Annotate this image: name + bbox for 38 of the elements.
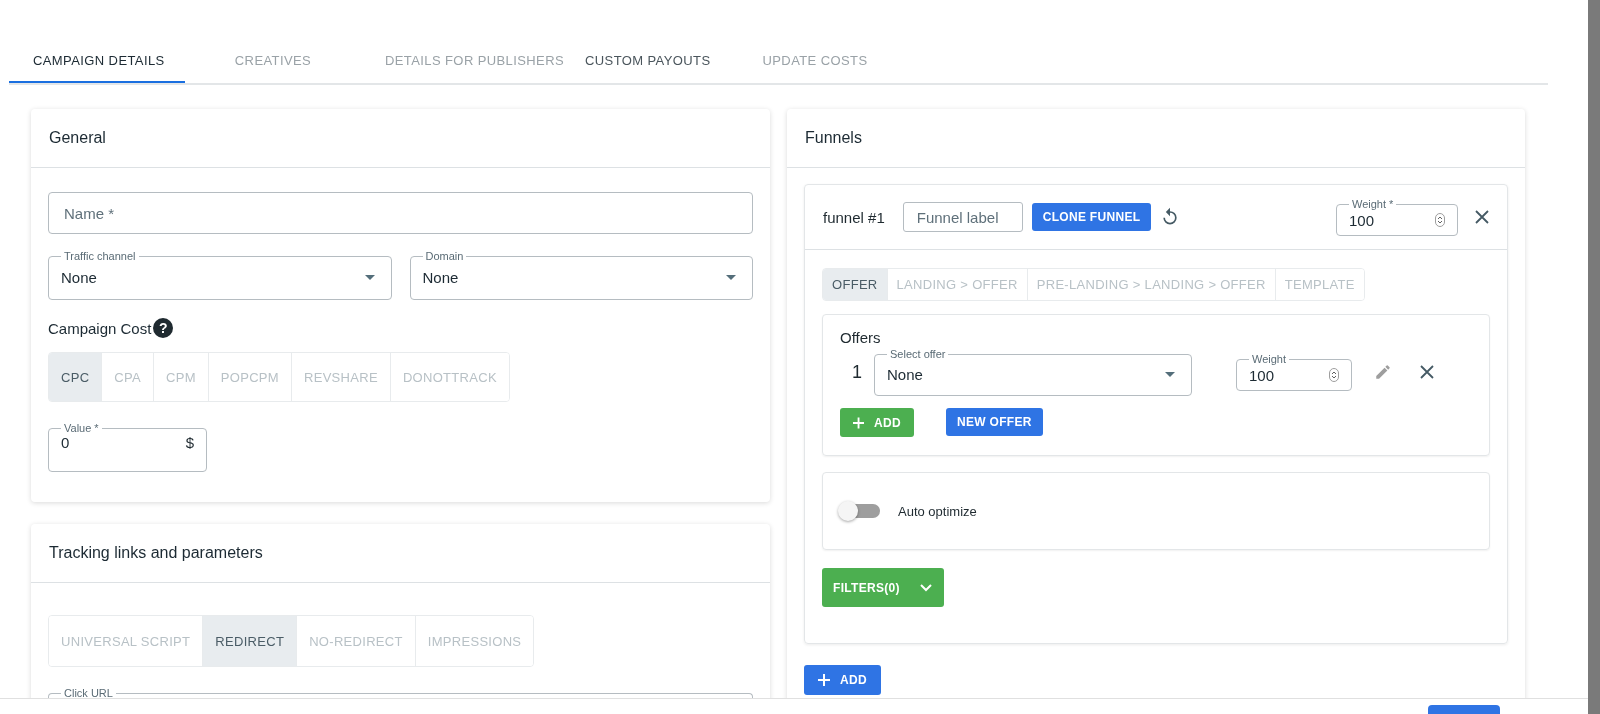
domain-select[interactable]: Domain None bbox=[409, 250, 753, 300]
add-funnel-button[interactable]: ADD bbox=[804, 665, 881, 695]
close-icon[interactable] bbox=[1475, 210, 1489, 224]
auto-optimize-toggle[interactable] bbox=[840, 504, 880, 518]
help-icon[interactable]: ? bbox=[153, 318, 174, 338]
plus-icon bbox=[853, 416, 865, 429]
add-offer-button[interactable]: ADD bbox=[840, 408, 914, 437]
plus-icon bbox=[818, 674, 830, 686]
value-field[interactable]: Value * 0 $ bbox=[48, 422, 207, 472]
spinner-icon[interactable] bbox=[1329, 368, 1339, 382]
pencil-icon[interactable] bbox=[1374, 363, 1392, 381]
card-title: Tracking links and parameters bbox=[49, 544, 263, 562]
close-icon[interactable] bbox=[1420, 365, 1434, 379]
offers-title: Offers bbox=[840, 329, 881, 346]
chevron-down-icon bbox=[919, 583, 932, 592]
clone-funnel-button[interactable]: CLONE FUNNEL bbox=[1031, 203, 1152, 231]
filters-button[interactable]: FILTERS(0) bbox=[822, 568, 944, 607]
offer-weight-field[interactable]: Weight 100 bbox=[1236, 353, 1352, 391]
tab[interactable]: CAMPAIGN DETAILS bbox=[9, 40, 185, 83]
funnel-label-field[interactable]: Funnel label bbox=[902, 202, 1023, 232]
card-title: General bbox=[49, 129, 106, 147]
caret-icon bbox=[364, 275, 375, 280]
cost-model-option[interactable]: CPC bbox=[49, 353, 102, 401]
traffic-channel-select[interactable]: Traffic channel None bbox=[48, 250, 392, 300]
offer-select[interactable]: Select offer None bbox=[874, 348, 1192, 396]
flow-type-option[interactable]: OFFER bbox=[823, 269, 887, 300]
spinner-icon[interactable] bbox=[1435, 213, 1445, 227]
offer-index: 1 bbox=[851, 361, 863, 383]
new-offer-button[interactable]: NEW OFFER bbox=[946, 408, 1043, 436]
funnel-name: funnel #1 bbox=[823, 208, 885, 226]
caret-icon bbox=[726, 275, 736, 280]
auto-optimize-label: Auto optimize bbox=[898, 503, 977, 519]
card-title: Funnels bbox=[805, 129, 862, 147]
weight-field[interactable]: Weight * 100 bbox=[1336, 198, 1458, 236]
tracking-mode-option[interactable]: REDIRECT bbox=[202, 616, 297, 666]
campaign-cost-label: Campaign Cost bbox=[48, 319, 152, 337]
name-field[interactable]: Name * bbox=[48, 192, 753, 234]
caret-icon bbox=[1165, 372, 1175, 377]
